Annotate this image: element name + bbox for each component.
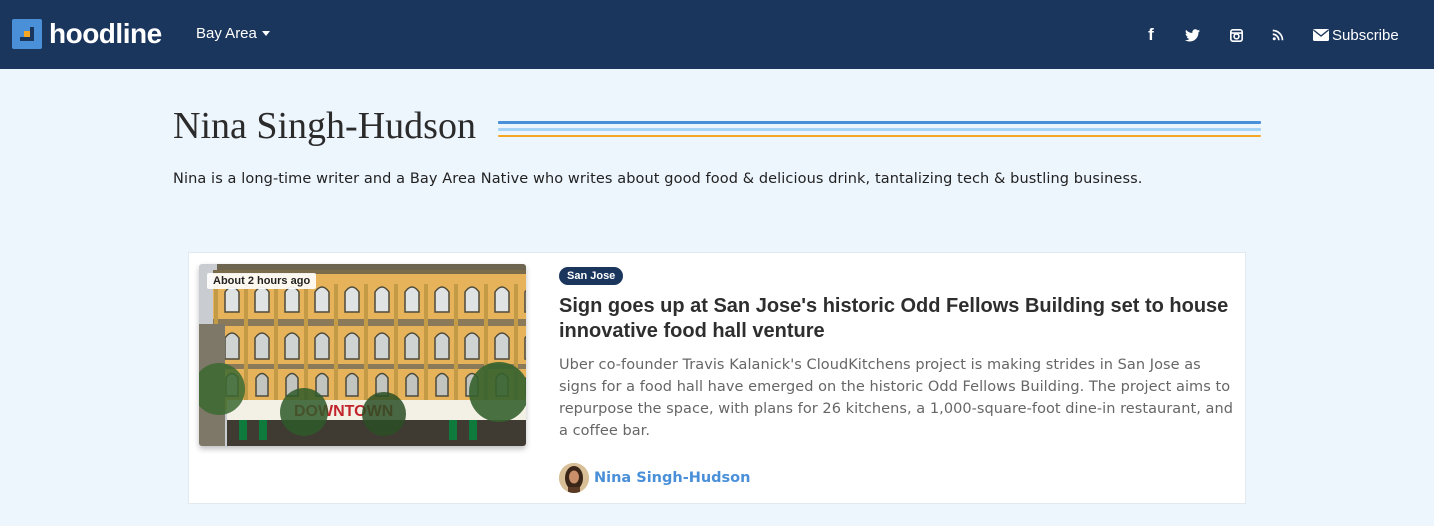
byline-author-name: Nina Singh-Hudson: [594, 470, 751, 486]
top-navbar: hoodline Bay Area f Subscribe: [0, 0, 1434, 69]
logo-text: hoodline: [49, 18, 162, 49]
region-label: Bay Area: [196, 25, 257, 42]
author-name-heading: Nina Singh-Hudson: [173, 105, 476, 147]
instagram-link[interactable]: [1227, 24, 1245, 46]
article-card: DOWNTOWN About 2 hours ago San Jose Sign…: [188, 252, 1246, 504]
author-avatar: [559, 463, 589, 493]
subscribe-button[interactable]: Subscribe: [1313, 24, 1399, 46]
article-summary: Uber co-founder Travis Kalanick's CloudK…: [559, 357, 1233, 439]
rss-icon: [1272, 29, 1284, 41]
region-dropdown[interactable]: Bay Area: [196, 25, 270, 42]
article-headline[interactable]: Sign goes up at San Jose's historic Odd …: [559, 294, 1239, 344]
odd-fellows-building-image: DOWNTOWN: [199, 264, 526, 446]
envelope-icon: [1313, 29, 1329, 41]
location-tag[interactable]: San Jose: [559, 267, 624, 285]
twitter-icon: [1184, 28, 1200, 41]
instagram-icon: [1229, 28, 1243, 42]
hoodline-logo[interactable]: hoodline: [12, 19, 162, 49]
title-decoration-lines: [498, 121, 1261, 141]
subscribe-label: Subscribe: [1332, 26, 1399, 44]
facebook-link[interactable]: f: [1144, 24, 1158, 46]
twitter-link[interactable]: [1182, 24, 1202, 46]
caret-down-icon: [261, 31, 270, 36]
article-byline[interactable]: Nina Singh-Hudson: [559, 463, 750, 493]
time-ago-badge: About 2 hours ago: [207, 273, 317, 289]
author-bio: Nina is a long-time writer and a Bay Are…: [173, 171, 1143, 187]
article-thumbnail[interactable]: DOWNTOWN About 2 hours ago: [199, 264, 526, 446]
logo-mark-icon: [12, 19, 42, 49]
facebook-icon: f: [1148, 25, 1154, 44]
rss-link[interactable]: [1269, 24, 1287, 46]
